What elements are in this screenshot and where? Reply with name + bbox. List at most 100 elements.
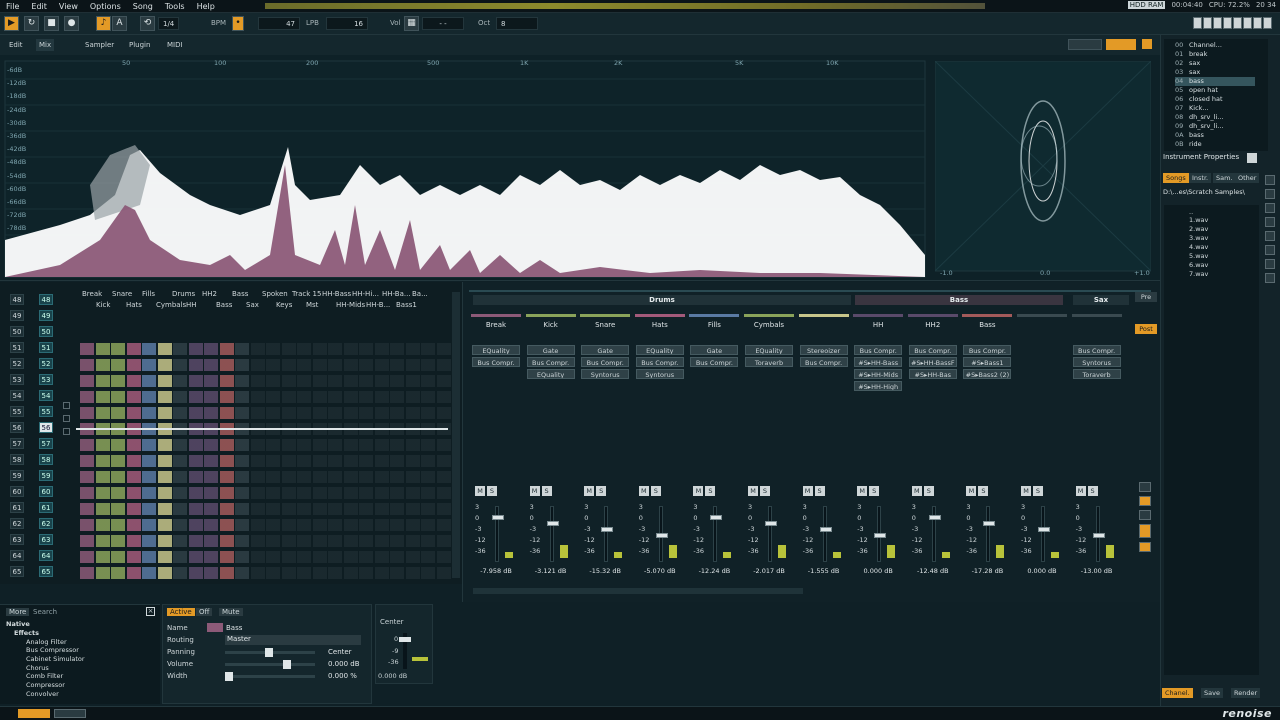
channel-name[interactable]: Cymbals [744, 320, 794, 330]
lower-frame-icon[interactable] [18, 709, 50, 718]
channel-name[interactable]: HH [853, 320, 903, 330]
effect-device[interactable]: #S▸HH-Bas [908, 369, 957, 379]
effect-device[interactable]: #S▸Bass1 [963, 357, 1012, 367]
sequence-slot[interactable]: 55 [10, 406, 24, 417]
file-row[interactable]: 7.wav [1189, 270, 1208, 279]
preset-5[interactable] [1233, 17, 1242, 29]
tool-icon[interactable] [1265, 203, 1275, 213]
track-title[interactable]: HH-Bass [322, 290, 351, 298]
instrument-row[interactable]: 0B ride [1175, 140, 1202, 149]
effect-device[interactable]: Gate [690, 345, 739, 355]
volume-fader[interactable] [1092, 506, 1105, 562]
pattern-track-column[interactable] [111, 343, 125, 581]
active-button[interactable]: Active [167, 608, 195, 616]
slider-thumb[interactable] [283, 660, 291, 669]
fader-knob[interactable] [819, 527, 832, 532]
preset-2[interactable] [1203, 17, 1212, 29]
pattern-number[interactable]: 49 [39, 310, 53, 321]
effect-device[interactable]: Toraverb [1072, 369, 1121, 379]
track-title[interactable]: Fills [142, 290, 155, 298]
tool-icon[interactable] [1265, 259, 1275, 269]
effect-device[interactable]: Bus Compr. [635, 357, 684, 367]
mute-icon[interactable]: M [802, 486, 813, 496]
volume-fader[interactable] [819, 506, 832, 562]
tool-icon[interactable] [1265, 231, 1275, 241]
pattern-number[interactable]: 56 [39, 422, 53, 433]
tab-sampler[interactable]: Sampler [82, 39, 117, 51]
mixer-hscroll[interactable] [473, 588, 803, 594]
pattern-track-column[interactable] [126, 343, 141, 581]
instrument-row[interactable]: 00 Channel... [1175, 41, 1222, 50]
fader-knob[interactable] [983, 521, 996, 526]
pattern-track-column[interactable] [374, 343, 389, 581]
track-title[interactable]: HH-B... [366, 301, 390, 309]
solo-icon[interactable]: S [650, 486, 661, 496]
effect-device[interactable]: Syntorus [1072, 357, 1121, 367]
waveform-mode-icon[interactable] [1068, 39, 1102, 50]
loop-icon[interactable]: ↻ [24, 16, 39, 31]
mute-icon[interactable]: M [475, 486, 485, 496]
preset-3[interactable] [1213, 17, 1222, 29]
instrument-row[interactable]: 08 dh_srv_li... [1175, 113, 1223, 122]
tool-icon[interactable] [1265, 245, 1275, 255]
pattern-track-column[interactable] [266, 343, 280, 581]
instrument-row[interactable]: 05 open hat [1175, 86, 1218, 95]
pattern-track-column[interactable] [297, 343, 311, 581]
effect-device[interactable]: #S▸HH-Bass [854, 357, 903, 367]
volume-fader[interactable] [765, 506, 777, 562]
tab-instr[interactable]: Instr. [1189, 173, 1212, 183]
tool-icon[interactable] [1139, 482, 1151, 492]
sequence-slot[interactable]: 53 [10, 374, 24, 385]
pattern-track-column[interactable] [436, 343, 451, 581]
track-title[interactable]: HH2 [202, 290, 217, 298]
menu-options[interactable]: Options [84, 2, 127, 11]
solo-icon[interactable]: S [923, 486, 934, 496]
slider-thumb[interactable] [225, 672, 233, 681]
preset-1[interactable] [1193, 17, 1202, 29]
effect-device[interactable]: EQuality [745, 345, 793, 355]
slider-thumb[interactable] [265, 648, 273, 657]
sequence-slot[interactable]: 52 [10, 358, 24, 369]
menu-edit[interactable]: Edit [25, 2, 53, 11]
effect-device[interactable]: Bus Compr. [799, 357, 848, 367]
channel-name[interactable] [799, 320, 849, 330]
disk-browser-icon[interactable] [54, 709, 86, 718]
track-title[interactable]: HH [186, 301, 197, 309]
effect-device[interactable]: Gate [526, 345, 575, 355]
save-button[interactable]: Save [1201, 688, 1223, 698]
instrument-row[interactable]: 06 closed hat [1175, 95, 1223, 104]
record-icon[interactable]: ● [64, 16, 79, 31]
channel-name[interactable] [1072, 320, 1122, 330]
menu-view[interactable]: View [53, 2, 84, 11]
track-title[interactable]: Sax [246, 301, 259, 309]
pattern-track-column[interactable] [312, 343, 327, 581]
effect-device[interactable]: #S▸Bass2 (2) [963, 369, 1012, 379]
add-icon[interactable] [63, 402, 70, 409]
file-row[interactable]: 5.wav [1189, 252, 1208, 261]
width-slider[interactable] [225, 672, 315, 681]
pattern-track-column[interactable] [219, 343, 234, 581]
fader-knob[interactable] [1038, 527, 1050, 532]
tree-item[interactable]: Cabinet Simulator [26, 655, 85, 663]
effect-device[interactable]: Bus Compr. [472, 357, 520, 367]
effect-device[interactable]: Bus Compr. [690, 357, 739, 367]
file-row[interactable]: 3.wav [1189, 234, 1208, 243]
track-title[interactable]: Kick [96, 301, 110, 309]
pattern-number[interactable]: 54 [39, 390, 53, 401]
group-drums[interactable]: Drums [473, 295, 851, 305]
play-icon[interactable]: ▶ [4, 16, 19, 31]
mute-icon[interactable]: M [911, 486, 922, 496]
tree-item[interactable]: Analog Filter [26, 638, 67, 646]
effect-device[interactable]: #S▸HH-High [854, 381, 903, 391]
sequence-slot[interactable]: 59 [10, 470, 24, 481]
tab-sam[interactable]: Sam. [1213, 173, 1236, 183]
pattern-track-column[interactable] [173, 343, 187, 581]
instrument-row[interactable]: 0A bass [1175, 131, 1204, 140]
chanel-button[interactable]: Chanel. [1162, 688, 1193, 698]
pattern-track-column[interactable] [204, 343, 218, 581]
pattern-track-column[interactable] [80, 343, 94, 581]
track-title[interactable]: Cymbals [156, 301, 186, 309]
group-bass[interactable]: Bass [855, 295, 1063, 305]
vol-field[interactable]: - - [422, 17, 464, 30]
file-row[interactable]: 2.wav [1189, 225, 1208, 234]
